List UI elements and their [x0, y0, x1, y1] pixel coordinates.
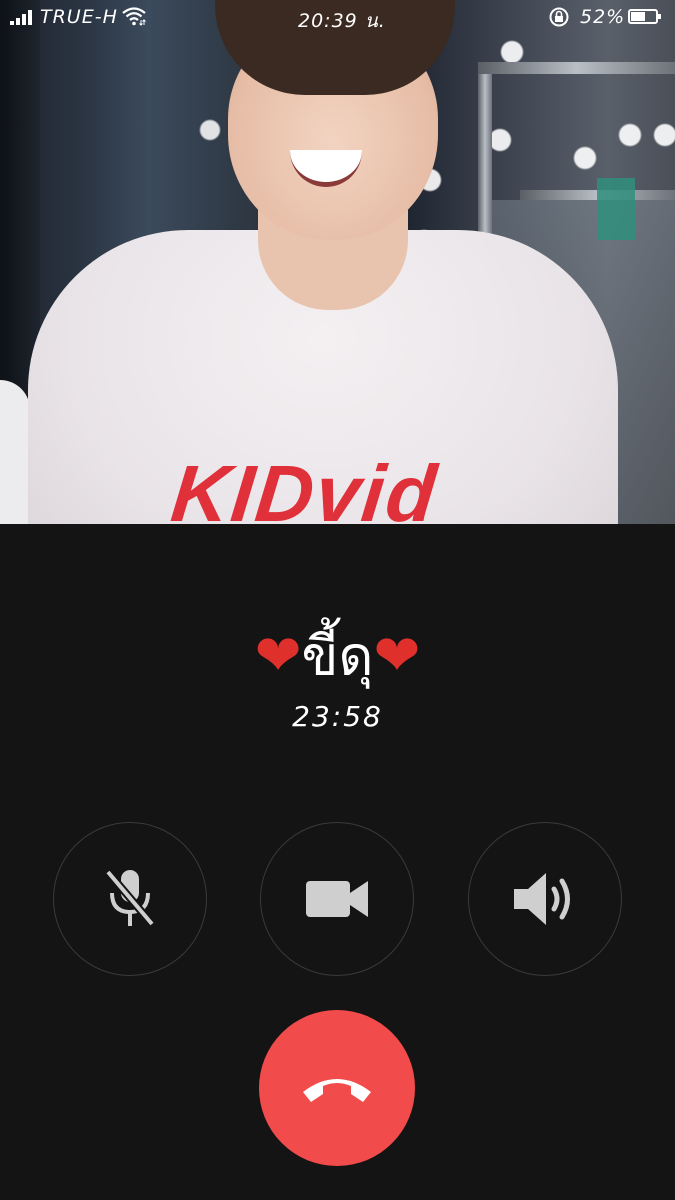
signal-icon	[10, 9, 36, 25]
status-bar: TRUE-H 20:39 น. 52%	[0, 0, 675, 36]
heart-icon: ❤	[254, 623, 302, 689]
video-button[interactable]	[260, 822, 414, 976]
caller-name: ขี้ดุ	[301, 624, 374, 688]
call-duration: 23:58	[292, 700, 383, 733]
mute-button[interactable]	[53, 822, 207, 976]
background-sign	[597, 178, 635, 240]
battery-percent: 52%	[580, 6, 626, 28]
speaker-icon	[514, 873, 570, 925]
clock: 20:39 น.	[298, 10, 386, 32]
background-rail-top	[478, 62, 675, 74]
end-call-button[interactable]	[259, 1010, 415, 1166]
video-camera-icon	[306, 881, 368, 917]
wifi-icon	[122, 7, 146, 26]
caller-name-row: ❤ขี้ดุ❤	[0, 618, 675, 691]
phone-hangup-icon	[303, 1079, 371, 1102]
shirt-print: KIDvid	[167, 449, 443, 524]
battery-fill	[631, 12, 645, 21]
battery-icon	[628, 9, 661, 24]
caller-video-feed: KIDvid	[0, 0, 675, 524]
carrier-name: TRUE-H	[40, 6, 118, 28]
rotation-lock-icon	[549, 7, 569, 27]
heart-icon: ❤	[373, 623, 421, 689]
person-arm	[0, 380, 30, 524]
speaker-button[interactable]	[468, 822, 622, 976]
microphone-muted-icon	[104, 869, 156, 927]
